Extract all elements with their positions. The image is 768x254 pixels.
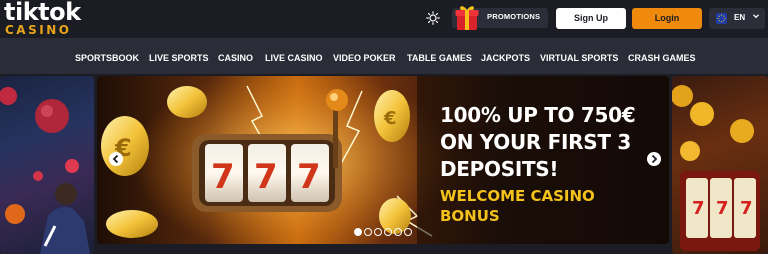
banner-subtitle: WELCOME CASINO BONUS [440,186,595,226]
sun-icon[interactable] [426,11,440,25]
carousel-slide-next[interactable]: 7 7 7 [672,76,768,254]
login-button[interactable]: Login [632,8,702,29]
nav-item-video-poker[interactable]: VIDEO POKER [333,53,396,63]
promotions-label: PROMOTIONS [487,12,541,21]
banner-title-line-2: ON YOUR FIRST 3 [440,130,632,154]
carousel-prev-button[interactable] [109,152,123,166]
banner-title: 100% UP TO 750€ ON YOUR FIRST 3 DEPOSITS… [440,102,636,183]
nav-item-sportsbook[interactable]: SPORTSBOOK [75,53,139,63]
carousel-dot[interactable] [364,228,372,236]
carousel-dot[interactable] [374,228,382,236]
svg-text:7: 7 [716,198,729,219]
chevron-right-icon [651,154,658,164]
nav-item-virtual-sports[interactable]: VIRTUAL SPORTS [540,53,618,63]
reel-1-symbol: 7 [211,157,235,197]
sign-up-button[interactable]: Sign Up [556,8,626,29]
banner-title-line-3: DEPOSITS! [440,157,559,181]
eu-flag-icon [716,13,727,24]
carousel-next-button[interactable] [647,152,661,166]
svg-text:€: € [383,108,397,129]
logo[interactable]: tiktok CASINO [4,0,94,38]
carousel-dot[interactable] [354,228,362,236]
nav-item-live-sports[interactable]: LIVE SPORTS [149,53,209,63]
nav-item-jackpots[interactable]: JACKPOTS [481,53,530,63]
banner-subtitle-line-1: WELCOME CASINO [440,187,595,205]
nav-item-crash-games[interactable]: CRASH GAMES [628,53,696,63]
nav-item-live-casino[interactable]: LIVE CASINO [265,53,323,63]
carousel-slide-previous[interactable] [0,76,94,254]
logo-subtext: CASINO [5,23,72,37]
slot-machine-illustration: 7 7 7 [672,85,760,251]
carousel-dot[interactable] [384,228,392,236]
page: tiktok CASINO PROMOTIONS Sign Up Login E… [0,0,768,254]
chevron-left-icon [112,154,119,164]
reel-2-symbol: 7 [254,157,278,197]
banner-title-line-1: 100% UP TO 750€ [440,103,636,127]
banner-subtitle-line-2: BONUS [440,207,500,225]
reel-3-symbol: 7 [297,157,321,197]
carousel-dot[interactable] [404,228,412,236]
nav-item-casino[interactable]: CASINO [218,53,253,63]
carousel-pagination [354,228,414,238]
sports-illustration [0,87,90,254]
chevron-down-icon [753,14,759,19]
svg-text:7: 7 [692,198,705,219]
nav-item-table-games[interactable]: TABLE GAMES [407,53,472,63]
svg-text:7: 7 [740,198,753,219]
gift-icon [455,6,479,30]
carousel-dot[interactable] [394,228,402,236]
language-label: EN [734,13,746,22]
